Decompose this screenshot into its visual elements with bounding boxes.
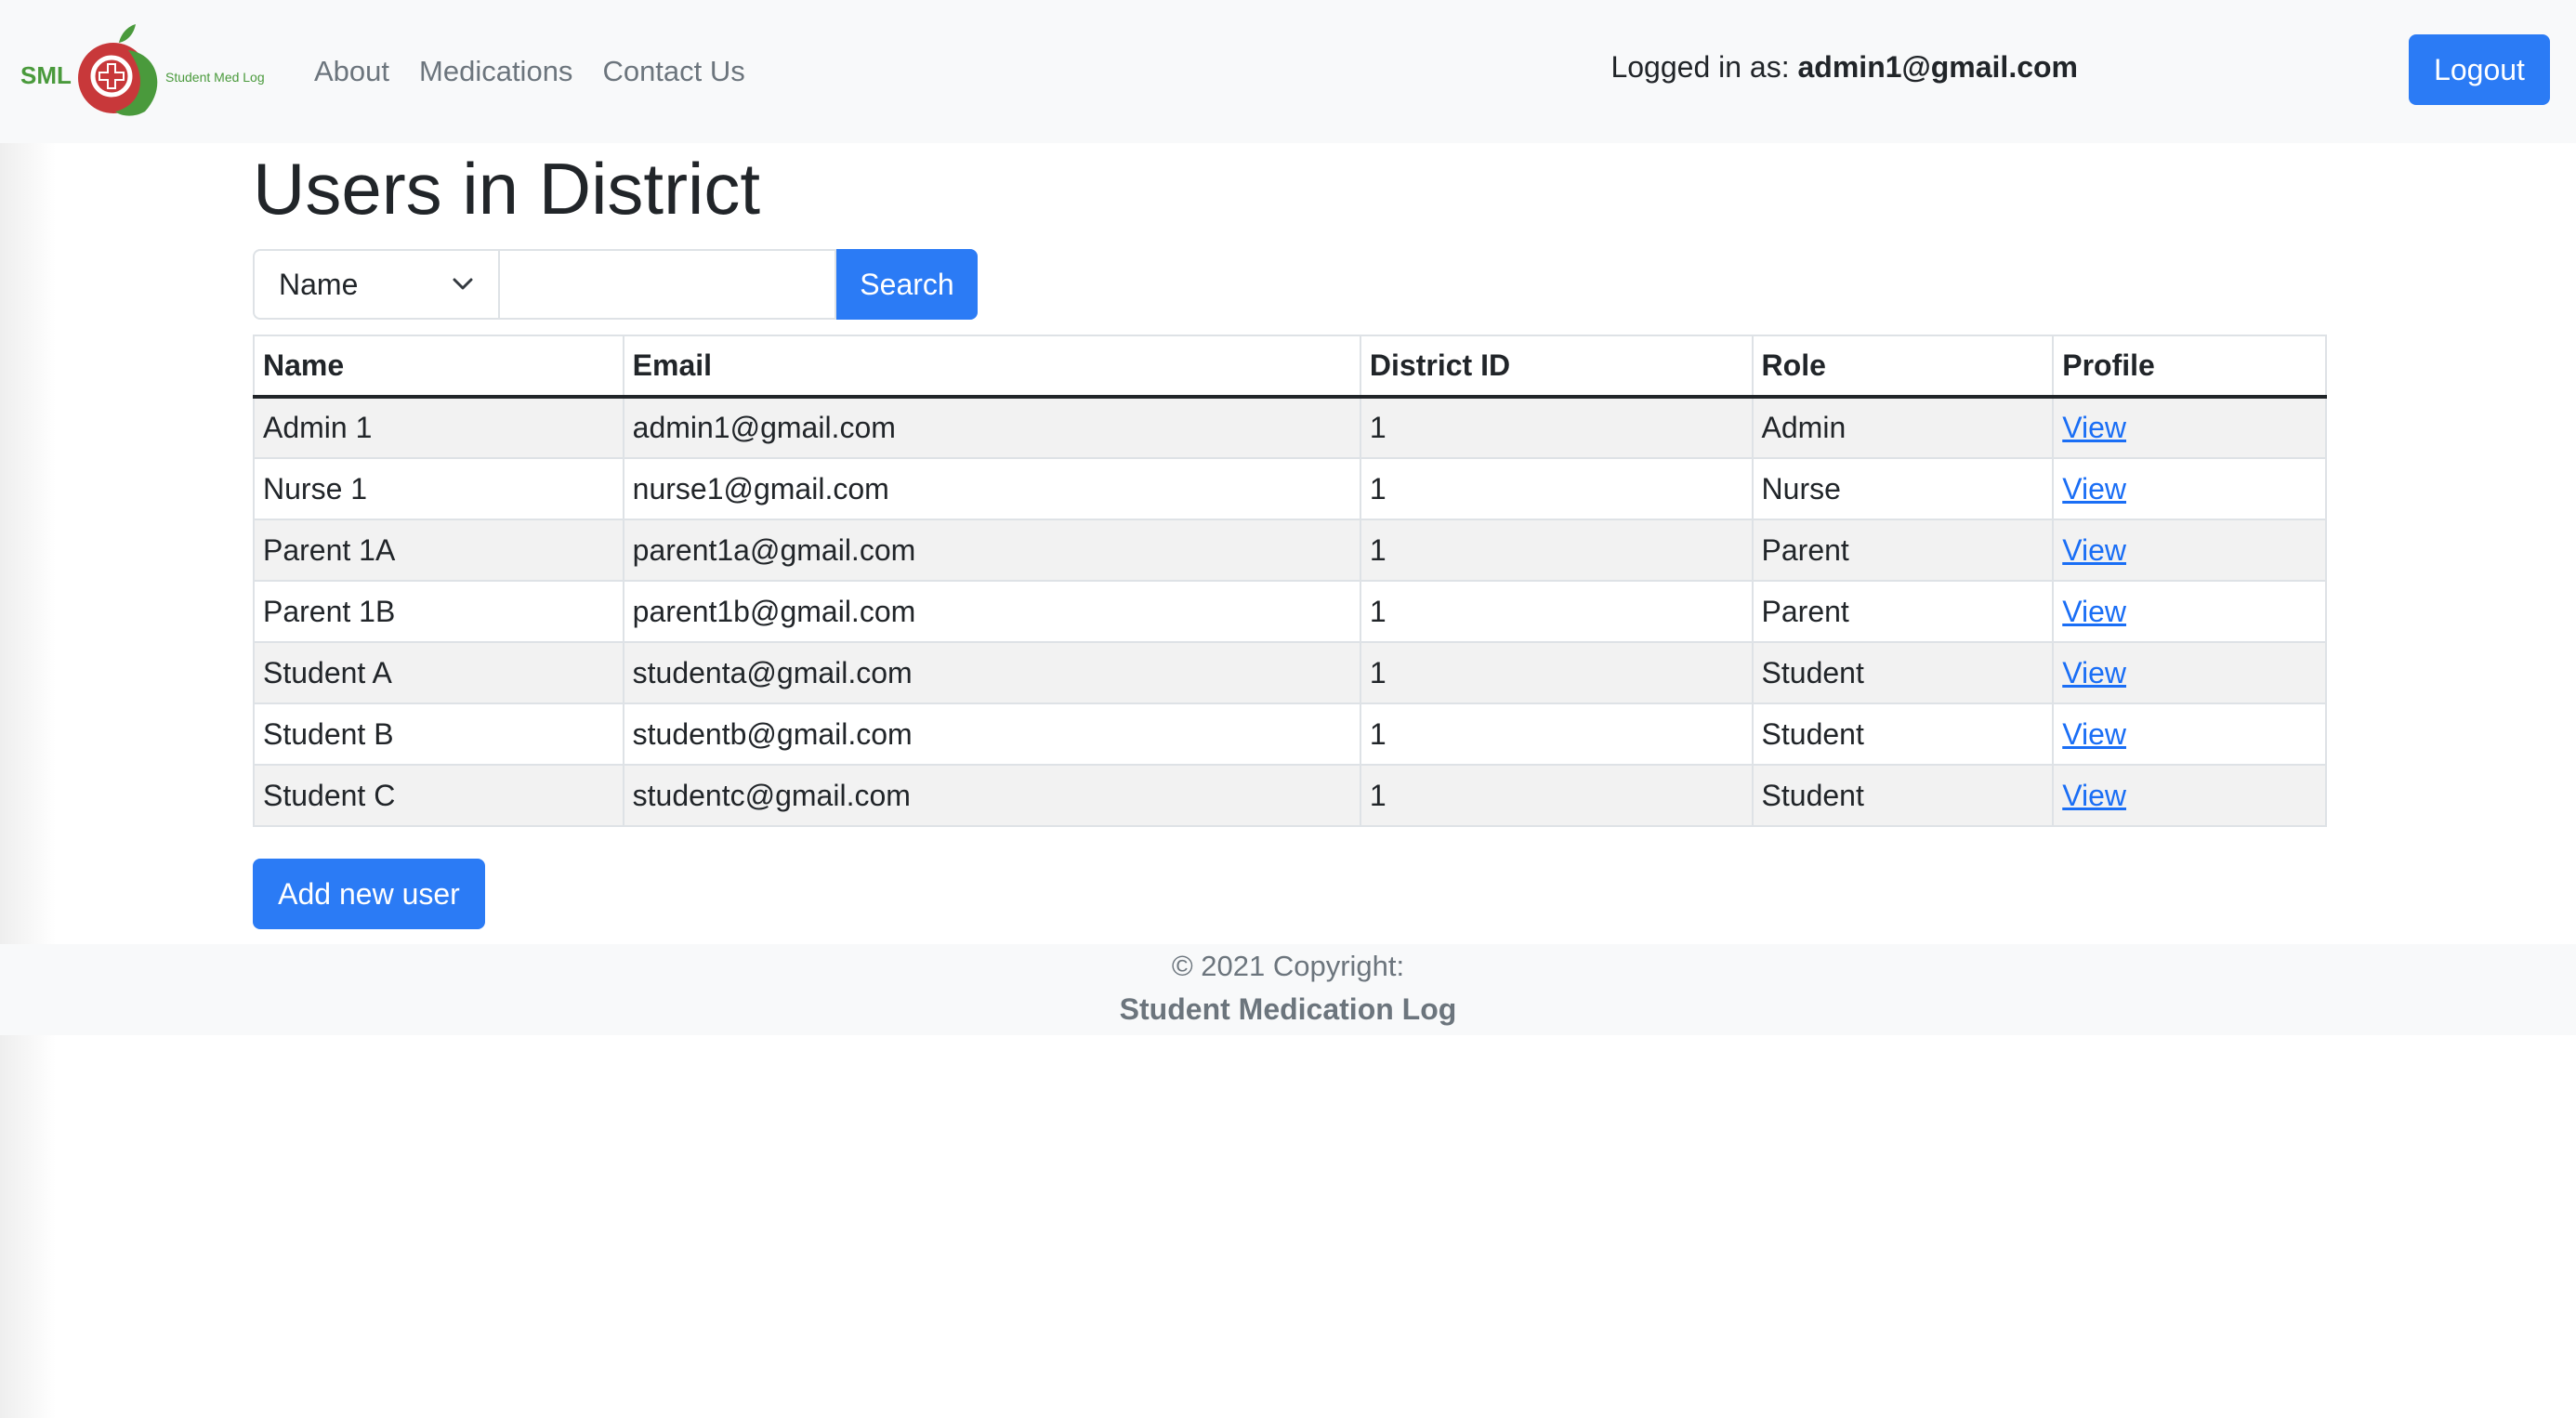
nav-link-contact-us[interactable]: Contact Us bbox=[602, 55, 744, 88]
nav-link-medications[interactable]: Medications bbox=[419, 55, 572, 88]
logged-in-user: admin1@gmail.com bbox=[1797, 50, 2079, 84]
cell-email: parent1b@gmail.com bbox=[622, 580, 1361, 643]
table-row: Parent 1B parent1b@gmail.com 1 Parent Vi… bbox=[253, 580, 2327, 643]
brand-tagline: Student Med Log bbox=[165, 70, 265, 85]
cell-profile: View bbox=[2052, 764, 2327, 827]
column-header-email: Email bbox=[622, 335, 1361, 399]
logged-in-prefix: Logged in as: bbox=[1610, 50, 1790, 84]
cell-district-id: 1 bbox=[1359, 457, 1754, 520]
column-header-profile: Profile bbox=[2052, 335, 2327, 399]
cell-role: Parent bbox=[1751, 519, 2055, 582]
column-header-role: Role bbox=[1751, 335, 2055, 399]
view-profile-link[interactable]: View bbox=[2062, 717, 2126, 751]
logout-button[interactable]: Logout bbox=[2409, 34, 2550, 105]
cell-district-id: 1 bbox=[1359, 580, 1754, 643]
view-profile-link[interactable]: View bbox=[2062, 779, 2126, 812]
chevron-down-icon bbox=[452, 277, 474, 292]
cell-district-id: 1 bbox=[1359, 702, 1754, 766]
logged-in-status: Logged in as: admin1@gmail.com bbox=[1610, 50, 2078, 85]
cell-profile: View bbox=[2052, 457, 2327, 520]
cell-profile: View bbox=[2052, 580, 2327, 643]
footer: © 2021 Copyright: Student Medication Log bbox=[0, 944, 2576, 1035]
table-header-row: Name Email District ID Role Profile bbox=[253, 335, 2327, 399]
cell-name: Nurse 1 bbox=[253, 457, 624, 520]
brand-abbr: SML bbox=[20, 61, 72, 89]
view-profile-link[interactable]: View bbox=[2062, 656, 2126, 689]
search-button[interactable]: Search bbox=[836, 249, 978, 320]
cell-district-id: 1 bbox=[1359, 396, 1754, 459]
brand-logo[interactable]: SML Student Med Log bbox=[19, 22, 269, 119]
cell-role: Nurse bbox=[1751, 457, 2055, 520]
view-profile-link[interactable]: View bbox=[2062, 533, 2126, 567]
page-title: Users in District bbox=[253, 148, 761, 230]
cell-name: Student A bbox=[253, 641, 624, 704]
cell-profile: View bbox=[2052, 519, 2327, 582]
cell-profile: View bbox=[2052, 641, 2327, 704]
cell-name: Student C bbox=[253, 764, 624, 827]
table-row: Student B studentb@gmail.com 1 Student V… bbox=[253, 702, 2327, 766]
page-edge-shade bbox=[0, 0, 56, 1418]
cell-email: studenta@gmail.com bbox=[622, 641, 1361, 704]
search-bar: Name Search bbox=[253, 249, 978, 320]
add-new-user-button[interactable]: Add new user bbox=[253, 859, 485, 929]
cell-role: Student bbox=[1751, 702, 2055, 766]
cell-email: studentc@gmail.com bbox=[622, 764, 1361, 827]
cell-district-id: 1 bbox=[1359, 519, 1754, 582]
cell-name: Parent 1A bbox=[253, 519, 624, 582]
cell-email: studentb@gmail.com bbox=[622, 702, 1361, 766]
footer-site-name: Student Medication Log bbox=[1119, 992, 1457, 1026]
cell-role: Admin bbox=[1751, 396, 2055, 459]
nav-links: About Medications Contact Us bbox=[314, 48, 745, 95]
column-header-name: Name bbox=[253, 335, 624, 399]
cell-district-id: 1 bbox=[1359, 764, 1754, 827]
cell-name: Student B bbox=[253, 702, 624, 766]
view-profile-link[interactable]: View bbox=[2062, 595, 2126, 628]
view-profile-link[interactable]: View bbox=[2062, 411, 2126, 444]
cell-profile: View bbox=[2052, 702, 2327, 766]
apple-icon bbox=[78, 24, 158, 116]
footer-copyright: © 2021 Copyright: bbox=[1171, 950, 1405, 982]
cell-email: parent1a@gmail.com bbox=[622, 519, 1361, 582]
view-profile-link[interactable]: View bbox=[2062, 472, 2126, 505]
cell-district-id: 1 bbox=[1359, 641, 1754, 704]
cell-profile: View bbox=[2052, 396, 2327, 459]
table-row: Admin 1 admin1@gmail.com 1 Admin View bbox=[253, 396, 2327, 459]
search-input[interactable] bbox=[498, 249, 836, 320]
cell-email: admin1@gmail.com bbox=[622, 396, 1361, 459]
table-row: Student C studentc@gmail.com 1 Student V… bbox=[253, 764, 2327, 827]
navbar: SML Student Med Log About Medications Co… bbox=[0, 0, 2576, 143]
cell-role: Parent bbox=[1751, 580, 2055, 643]
search-field-select-value: Name bbox=[279, 267, 359, 301]
nav-link-about[interactable]: About bbox=[314, 55, 389, 88]
cell-role: Student bbox=[1751, 641, 2055, 704]
users-table: Name Email District ID Role Profile Admi… bbox=[253, 335, 2327, 827]
cell-email: nurse1@gmail.com bbox=[622, 457, 1361, 520]
cell-name: Parent 1B bbox=[253, 580, 624, 643]
table-row: Parent 1A parent1a@gmail.com 1 Parent Vi… bbox=[253, 519, 2327, 582]
cell-name: Admin 1 bbox=[253, 396, 624, 459]
column-header-district-id: District ID bbox=[1359, 335, 1754, 399]
cell-role: Student bbox=[1751, 764, 2055, 827]
table-row: Student A studenta@gmail.com 1 Student V… bbox=[253, 641, 2327, 704]
table-row: Nurse 1 nurse1@gmail.com 1 Nurse View bbox=[253, 457, 2327, 520]
search-field-select[interactable]: Name bbox=[253, 249, 498, 320]
